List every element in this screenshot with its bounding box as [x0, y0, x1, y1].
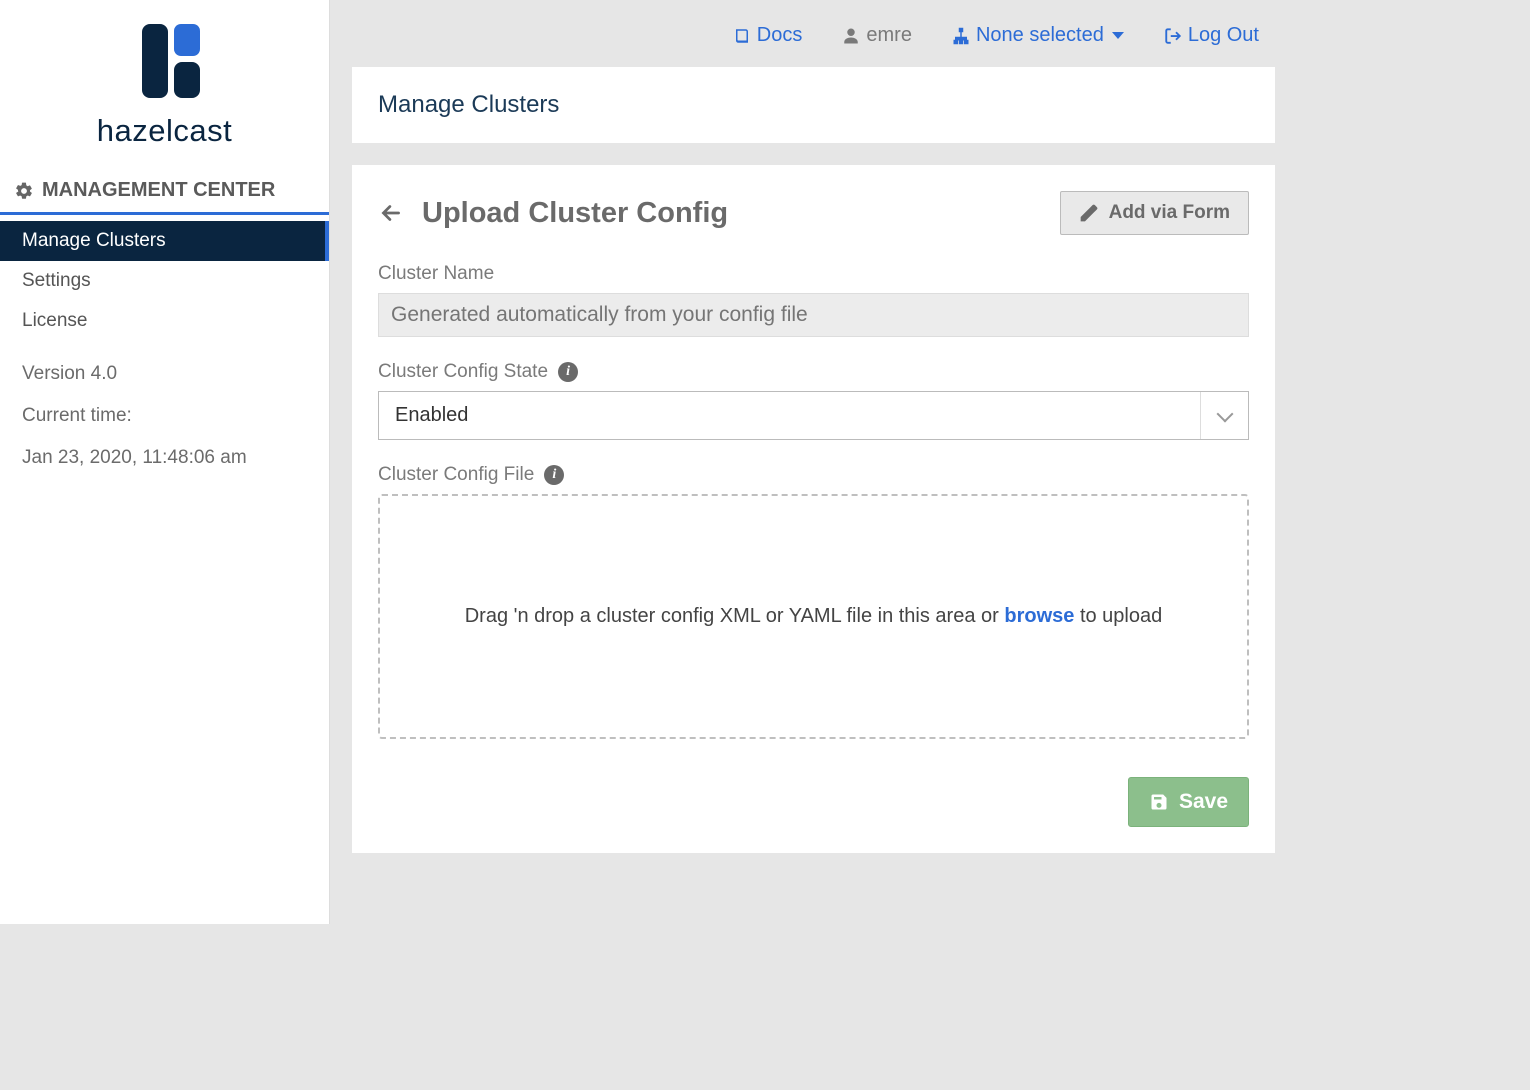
sitemap-icon — [952, 27, 970, 45]
save-icon — [1149, 792, 1169, 812]
topbar: Docs emre None selected Log Out — [330, 0, 1297, 67]
cluster-name-label: Cluster Name — [378, 263, 1249, 285]
user-display: emre — [842, 24, 912, 47]
sidebar-item-manage-clusters[interactable]: Manage Clusters — [0, 221, 329, 261]
logout-link[interactable]: Log Out — [1164, 24, 1259, 47]
content-panel: Upload Cluster Config Add via Form Clust… — [352, 165, 1275, 853]
cluster-name-input — [378, 293, 1249, 337]
info-icon[interactable]: i — [558, 362, 578, 382]
file-dropzone[interactable]: Drag 'n drop a cluster config XML or YAM… — [378, 494, 1249, 739]
docs-link[interactable]: Docs — [733, 24, 803, 47]
sidebar: hazelcast MANAGEMENT CENTER Manage Clust… — [0, 0, 330, 924]
page-title: Upload Cluster Config — [422, 197, 728, 230]
config-state-label: Cluster Config State i — [378, 361, 1249, 383]
user-icon — [842, 27, 860, 45]
logout-icon — [1164, 27, 1182, 45]
config-state-value: Enabled — [379, 392, 1200, 439]
sidebar-item-license[interactable]: License — [0, 301, 329, 341]
dropzone-text-prefix: Drag 'n drop a cluster config XML or YAM… — [465, 605, 1005, 627]
browse-link[interactable]: browse — [1004, 605, 1074, 627]
edit-icon — [1079, 203, 1099, 223]
chevron-down-icon — [1112, 32, 1124, 39]
back-arrow-icon[interactable] — [378, 200, 404, 226]
logo-icon — [124, 18, 206, 100]
book-icon — [733, 27, 751, 45]
page-header-title: Manage Clusters — [378, 91, 559, 118]
chevron-down-icon — [1216, 405, 1233, 422]
version-label: Version 4.0 — [22, 363, 307, 385]
save-button[interactable]: Save — [1128, 777, 1249, 827]
info-icon[interactable]: i — [544, 465, 564, 485]
sidebar-section-title: MANAGEMENT CENTER — [42, 179, 275, 202]
config-state-select[interactable]: Enabled — [378, 391, 1249, 440]
sidebar-meta: Version 4.0 Current time: Jan 23, 2020, … — [0, 341, 329, 489]
gear-icon — [14, 181, 34, 201]
brand-name: hazelcast — [20, 113, 309, 149]
add-via-form-button[interactable]: Add via Form — [1060, 191, 1249, 235]
main: Docs emre None selected Log Out Manage C… — [330, 0, 1297, 924]
page-header: Manage Clusters — [352, 67, 1275, 143]
sidebar-section-header[interactable]: MANAGEMENT CENTER — [0, 169, 329, 215]
dropzone-text-suffix: to upload — [1074, 605, 1162, 627]
config-file-label: Cluster Config File i — [378, 464, 1249, 486]
sidebar-item-settings[interactable]: Settings — [0, 261, 329, 301]
username: emre — [866, 24, 912, 47]
logo: hazelcast — [0, 18, 329, 169]
time-label: Current time: — [22, 405, 307, 427]
cluster-selector[interactable]: None selected — [952, 24, 1124, 47]
time-value: Jan 23, 2020, 11:48:06 am — [22, 447, 307, 469]
